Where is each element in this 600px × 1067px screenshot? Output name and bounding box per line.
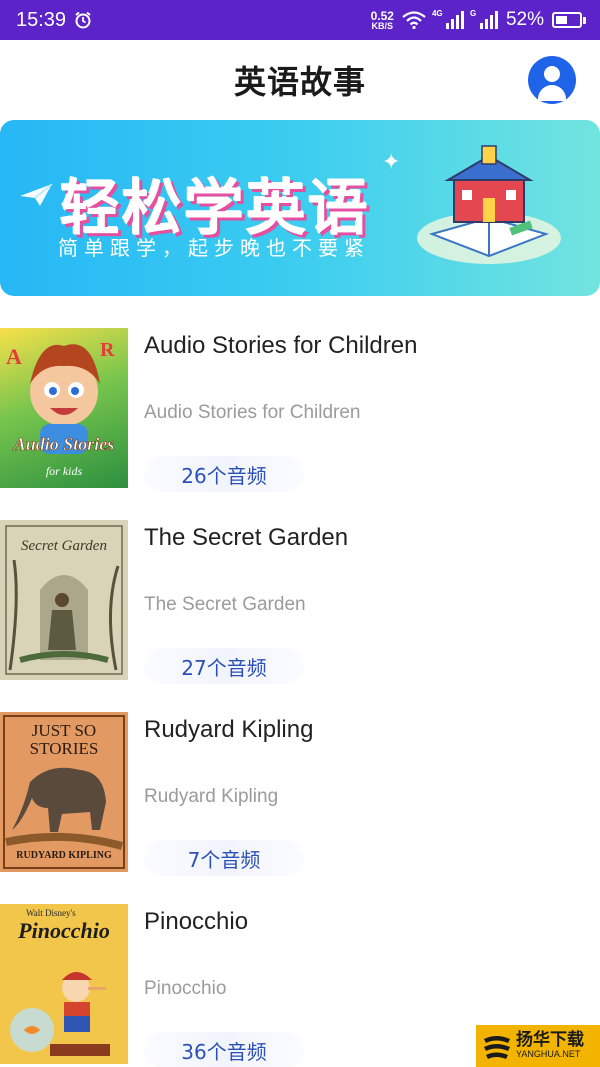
audio-count-badge: 7个音频 <box>144 840 304 876</box>
story-title: Audio Stories for Children <box>144 332 418 359</box>
story-subtitle: Audio Stories for Children <box>144 402 361 423</box>
alarm-icon <box>75 11 91 29</box>
cover-title: Secret Garden <box>21 538 107 554</box>
promo-banner[interactable]: 轻松学英语 ✦ 简单跟学，起步晚也不要紧 <box>0 120 600 296</box>
cover-subtitle: Walt Disney's <box>26 908 76 918</box>
story-cover: A R Audio Stories for kids <box>0 328 128 488</box>
page-title: 英语故事 <box>233 63 366 101</box>
story-title: Rudyard Kipling <box>144 716 314 743</box>
story-title: The Secret Garden <box>144 524 349 551</box>
story-item[interactable]: JUST SO STORIES RUDYARD KIPLING Rudyard … <box>0 704 600 896</box>
story-cover: Walt Disney's Pinocchio <box>0 904 128 1064</box>
yanghua-logo-icon <box>484 1036 510 1059</box>
status-bar: 15:39 0.52 KB/S 4G G 52% <box>0 0 600 40</box>
audio-count-badge: 26个音频 <box>144 456 304 492</box>
wifi-icon <box>402 11 426 29</box>
audio-count-badge: 27个音频 <box>144 648 304 684</box>
watermark: 扬华下载 YANGHUA.NET <box>476 1025 600 1067</box>
audio-count-badge: 36个音频 <box>144 1032 304 1067</box>
cover-subtitle: for kids <box>45 464 83 478</box>
story-subtitle: The Secret Garden <box>144 594 306 615</box>
watermark-name: 扬华下载 <box>516 1030 584 1051</box>
status-left: 15:39 <box>16 9 92 32</box>
clock: 15:39 <box>16 8 67 31</box>
story-cover: JUST SO STORIES RUDYARD KIPLING <box>0 712 128 872</box>
app-header: 英语故事 <box>0 40 600 120</box>
school-book-illustration <box>417 145 561 264</box>
profile-button[interactable] <box>528 56 576 104</box>
signal-g-icon: G <box>470 9 498 29</box>
battery-percent: 52% <box>505 9 544 30</box>
network-speed: 0.52 KB/S <box>370 8 394 31</box>
story-list: A R Audio Stories for kids Audio Stories… <box>0 320 600 1067</box>
svg-text:R: R <box>100 339 115 361</box>
svg-text:A: A <box>6 344 22 369</box>
user-icon <box>544 66 560 82</box>
cover-title: JUST SO STORIES <box>29 721 99 758</box>
battery-icon <box>552 12 586 28</box>
paper-plane-icon <box>20 183 53 206</box>
story-subtitle: Pinocchio <box>144 978 227 999</box>
story-item[interactable]: Secret Garden The Secret Garden The Secr… <box>0 512 600 704</box>
status-right: 0.52 KB/S 4G G 52% <box>371 9 586 31</box>
watermark-url: YANGHUA.NET <box>516 1049 581 1060</box>
banner-subtitle: 简单跟学，起步晚也不要紧 <box>58 236 370 260</box>
cover-subtitle: RUDYARD KIPLING <box>16 850 112 861</box>
story-cover: Secret Garden <box>0 520 128 680</box>
story-item[interactable]: A R Audio Stories for kids Audio Stories… <box>0 320 600 512</box>
cover-title: Audio Stories <box>13 434 115 455</box>
sparkle-icon: ✦ <box>382 150 401 175</box>
story-subtitle: Rudyard Kipling <box>144 786 279 807</box>
signal-4g-icon: 4G <box>432 9 464 29</box>
cover-title: Pinocchio <box>18 918 110 943</box>
story-title: Pinocchio <box>144 908 249 935</box>
